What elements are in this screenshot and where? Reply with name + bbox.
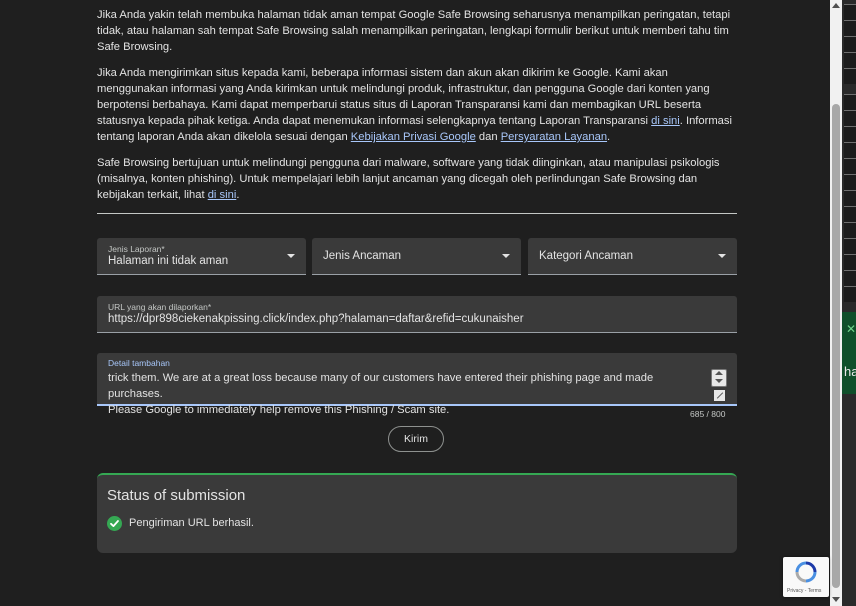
- recaptcha-terms[interactable]: Privacy - Terms: [787, 588, 821, 594]
- report-dialog: Jika Anda yakin telah membuka halaman ti…: [0, 0, 830, 606]
- backdrop-row: [844, 174, 856, 190]
- divider: [97, 213, 737, 214]
- intro-text: Safe Browsing bertujuan untuk melindungi…: [97, 157, 720, 201]
- additional-details-label: Detail tambahan: [108, 358, 170, 368]
- backdrop-row: [844, 110, 856, 126]
- scrollbar-thumb[interactable]: [832, 104, 840, 588]
- backdrop-row: [844, 222, 856, 238]
- terms-of-service-link[interactable]: Persyaratan Layanan: [501, 131, 607, 143]
- recaptcha-icon: [795, 561, 817, 583]
- status-message: Pengiriman URL berhasil.: [129, 517, 254, 529]
- submission-status-card: Status of submission Pengiriman URL berh…: [97, 473, 737, 553]
- chevron-down-icon: [287, 254, 295, 258]
- intro-text: dan: [475, 131, 501, 143]
- backdrop-row: [844, 254, 856, 270]
- status-title: Status of submission: [107, 487, 246, 504]
- additional-details-value: trick them. We are at a great loss becau…: [108, 372, 654, 416]
- report-type-value: Halaman ini tidak aman: [108, 255, 229, 267]
- backdrop-row: [844, 94, 856, 110]
- backdrop-row: [844, 158, 856, 174]
- threat-type-placeholder: Jenis Ancaman: [323, 250, 401, 262]
- intro-paragraph-3: Safe Browsing bertujuan untuk melindungi…: [97, 155, 739, 203]
- resize-handle-icon[interactable]: [714, 390, 725, 401]
- backdrop-close-icon: ✕: [846, 322, 856, 336]
- backdrop-row: [844, 238, 856, 254]
- check-circle-icon: [107, 516, 122, 531]
- character-counter: 685 / 800: [690, 409, 726, 419]
- chevron-down-icon: [715, 379, 723, 383]
- backdrop-row: [844, 68, 856, 84]
- threat-category-select[interactable]: Kategori Ancaman: [528, 238, 737, 275]
- chevron-up-icon: [715, 371, 723, 375]
- backdrop-row: [844, 190, 856, 206]
- url-input[interactable]: URL yang akan dilaporkan* https://dpr898…: [97, 296, 737, 333]
- chevron-down-icon: [502, 254, 510, 258]
- backdrop-row: [844, 36, 856, 52]
- recaptcha-badge[interactable]: Privacy - Terms: [783, 557, 829, 597]
- learn-more-link[interactable]: di sini: [208, 189, 237, 201]
- scroll-up-arrow-icon[interactable]: [832, 3, 840, 8]
- url-label: URL yang akan dilaporkan*: [108, 302, 212, 312]
- url-value: https://dpr898ciekenakpissing.click/inde…: [108, 313, 524, 325]
- additional-details-textarea[interactable]: Detail tambahan trick them. We are at a …: [97, 353, 737, 416]
- intro-text: .: [607, 131, 611, 143]
- backdrop-row: [844, 142, 856, 158]
- intro-paragraph-2: Jika Anda mengirimkan situs kepada kami,…: [97, 65, 739, 145]
- backdrop-row: [844, 206, 856, 222]
- backdrop-page: [842, 0, 856, 606]
- textarea-scroll-spinner[interactable]: [711, 369, 727, 387]
- submit-button[interactable]: Kirim: [388, 426, 444, 452]
- report-type-select[interactable]: Jenis Laporan* Halaman ini tidak aman: [97, 238, 306, 275]
- report-type-label: Jenis Laporan*: [108, 244, 165, 254]
- intro-text: .: [236, 189, 240, 201]
- chevron-down-icon: [718, 254, 726, 258]
- dialog-scrollbar[interactable]: [830, 0, 842, 606]
- intro-text: Jika Anda mengirimkan situs kepada kami,…: [97, 67, 710, 127]
- backdrop-row: [844, 270, 856, 286]
- backdrop-row: [844, 4, 856, 20]
- backdrop-row: [844, 52, 856, 68]
- backdrop-row: [844, 20, 856, 36]
- transparency-report-link[interactable]: di sini: [651, 115, 680, 127]
- backdrop-row: [844, 286, 856, 302]
- privacy-policy-link[interactable]: Kebijakan Privasi Google: [351, 131, 476, 143]
- threat-type-select[interactable]: Jenis Ancaman: [312, 238, 521, 275]
- backdrop-banner-text: ha: [844, 364, 856, 379]
- backdrop-row: [844, 126, 856, 142]
- threat-category-placeholder: Kategori Ancaman: [539, 250, 633, 262]
- scroll-down-arrow-icon[interactable]: [832, 597, 840, 602]
- intro-paragraph-1: Jika Anda yakin telah membuka halaman ti…: [97, 9, 731, 53]
